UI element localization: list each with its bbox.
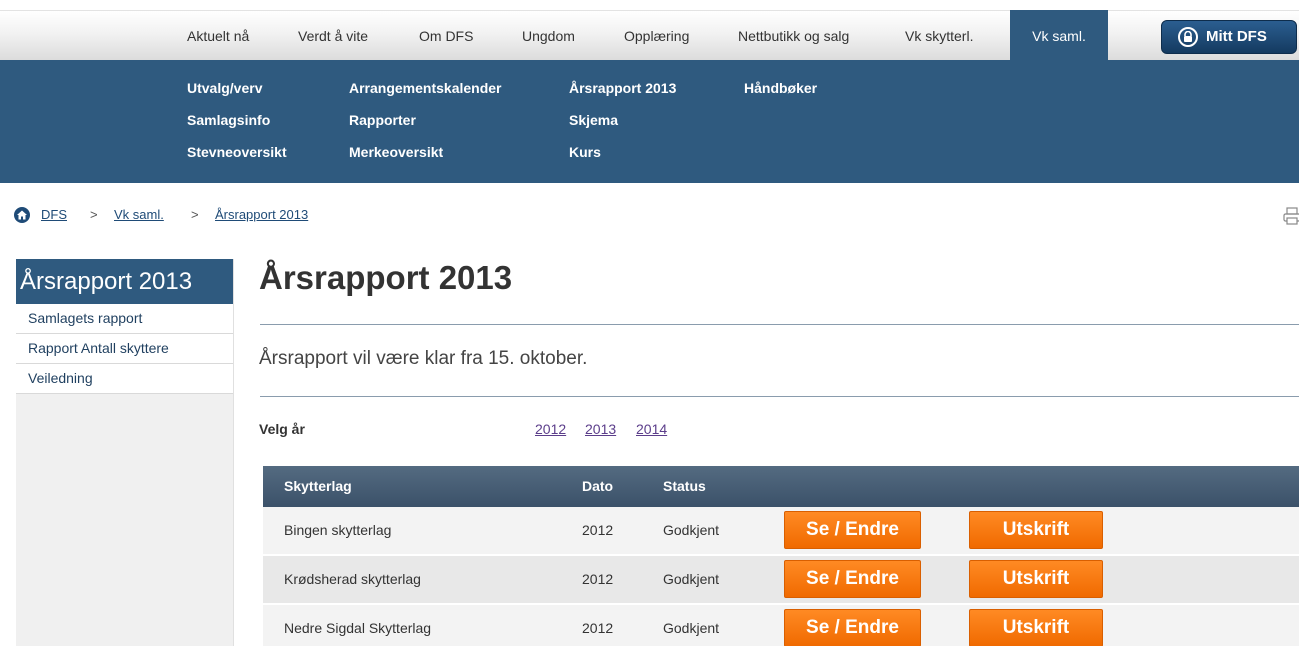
submenu-samlagsinfo[interactable]: Samlagsinfo <box>187 112 270 128</box>
column-header-dato: Dato <box>582 478 614 494</box>
sidebar-item-samlagets-rapport[interactable]: Samlagets rapport <box>16 304 233 334</box>
home-icon[interactable] <box>14 207 30 223</box>
view-edit-button[interactable]: Se / Endre <box>784 511 921 549</box>
submenu-panel: Utvalg/verv Samlagsinfo Stevneoversikt A… <box>0 60 1299 183</box>
cell-skytterlag: Bingen skytterlag <box>284 522 392 538</box>
nav-item-opplaering[interactable]: Opplæring <box>624 11 689 61</box>
table-row: Nedre Sigdal Skytterlag 2012 Godkjent Se… <box>263 605 1299 646</box>
year-select-label: Velg år <box>259 421 305 437</box>
cell-status: Godkjent <box>663 620 720 636</box>
page-title: Årsrapport 2013 <box>259 259 513 296</box>
nav-item-vk-skytterl[interactable]: Vk skytterl. <box>905 11 973 61</box>
divider <box>260 324 1299 325</box>
nav-item-verdt-a-vite[interactable]: Verdt å vite <box>298 11 368 61</box>
print-button[interactable]: Utskrift <box>969 609 1103 646</box>
sidebar-item-rapport-antall-skyttere[interactable]: Rapport Antall skyttere <box>16 334 233 364</box>
table-row: Krødsherad skytterlag 2012 Godkjent Se /… <box>263 556 1299 605</box>
column-header-status: Status <box>663 478 706 494</box>
report-table: Skytterlag Dato Status Bingen skytterlag… <box>263 466 1299 646</box>
submenu-merkeoversikt[interactable]: Merkeoversikt <box>349 144 443 160</box>
top-navigation: Aktuelt nå Verdt å vite Om DFS Ungdom Op… <box>0 10 1299 63</box>
printer-icon[interactable] <box>1283 207 1299 225</box>
nav-item-ungdom[interactable]: Ungdom <box>522 11 575 61</box>
breadcrumb-separator: > <box>191 207 199 222</box>
mitt-dfs-button[interactable]: Mitt DFS <box>1161 20 1297 54</box>
table-header: Skytterlag Dato Status <box>263 466 1299 507</box>
availability-notice: Årsrapport vil være klar fra 15. oktober… <box>259 348 588 369</box>
nav-item-aktuelt[interactable]: Aktuelt nå <box>187 11 249 61</box>
nav-item-vk-saml-active[interactable]: Vk saml. <box>1010 10 1108 63</box>
submenu-arsrapport[interactable]: Årsrapport 2013 <box>569 80 676 96</box>
sidebar-item-veiledning[interactable]: Veiledning <box>16 364 233 394</box>
submenu-handboker[interactable]: Håndbøker <box>744 80 817 96</box>
breadcrumb-separator: > <box>90 207 98 222</box>
submenu-stevneoversikt[interactable]: Stevneoversikt <box>187 144 287 160</box>
table-row: Bingen skytterlag 2012 Godkjent Se / End… <box>263 507 1299 556</box>
submenu-skjema[interactable]: Skjema <box>569 112 618 128</box>
sidebar-title: Årsrapport 2013 <box>16 259 233 304</box>
nav-item-nettbutikk[interactable]: Nettbutikk og salg <box>738 11 849 61</box>
submenu-rapporter[interactable]: Rapporter <box>349 112 416 128</box>
breadcrumb-link-dfs[interactable]: DFS <box>41 207 67 222</box>
view-edit-button[interactable]: Se / Endre <box>784 560 921 598</box>
year-link-2012[interactable]: 2012 <box>535 421 566 437</box>
divider <box>260 396 1299 397</box>
cell-dato: 2012 <box>582 620 614 636</box>
cell-skytterlag: Nedre Sigdal Skytterlag <box>284 620 432 636</box>
submenu-utvalg-verv[interactable]: Utvalg/verv <box>187 80 262 96</box>
mitt-dfs-label: Mitt DFS <box>1206 28 1267 45</box>
sidebar: Årsrapport 2013 Samlagets rapport Rappor… <box>16 259 234 646</box>
year-link-2014[interactable]: 2014 <box>636 421 667 437</box>
breadcrumb-link-vk-saml[interactable]: Vk saml. <box>114 207 164 222</box>
lock-icon <box>1178 27 1198 47</box>
year-link-2013[interactable]: 2013 <box>585 421 616 437</box>
print-button[interactable]: Utskrift <box>969 511 1103 549</box>
cell-skytterlag: Krødsherad skytterlag <box>284 571 421 587</box>
breadcrumb-link-arsrapport[interactable]: Årsrapport 2013 <box>215 207 308 222</box>
cell-status: Godkjent <box>663 522 720 538</box>
submenu-arrangementskalender[interactable]: Arrangementskalender <box>349 80 502 96</box>
cell-dato: 2012 <box>582 522 614 538</box>
column-header-skytterlag: Skytterlag <box>284 478 352 494</box>
nav-item-om-dfs[interactable]: Om DFS <box>419 11 473 61</box>
submenu-kurs[interactable]: Kurs <box>569 144 601 160</box>
view-edit-button[interactable]: Se / Endre <box>784 609 921 646</box>
cell-dato: 2012 <box>582 571 614 587</box>
print-button[interactable]: Utskrift <box>969 560 1103 598</box>
cell-status: Godkjent <box>663 571 720 587</box>
